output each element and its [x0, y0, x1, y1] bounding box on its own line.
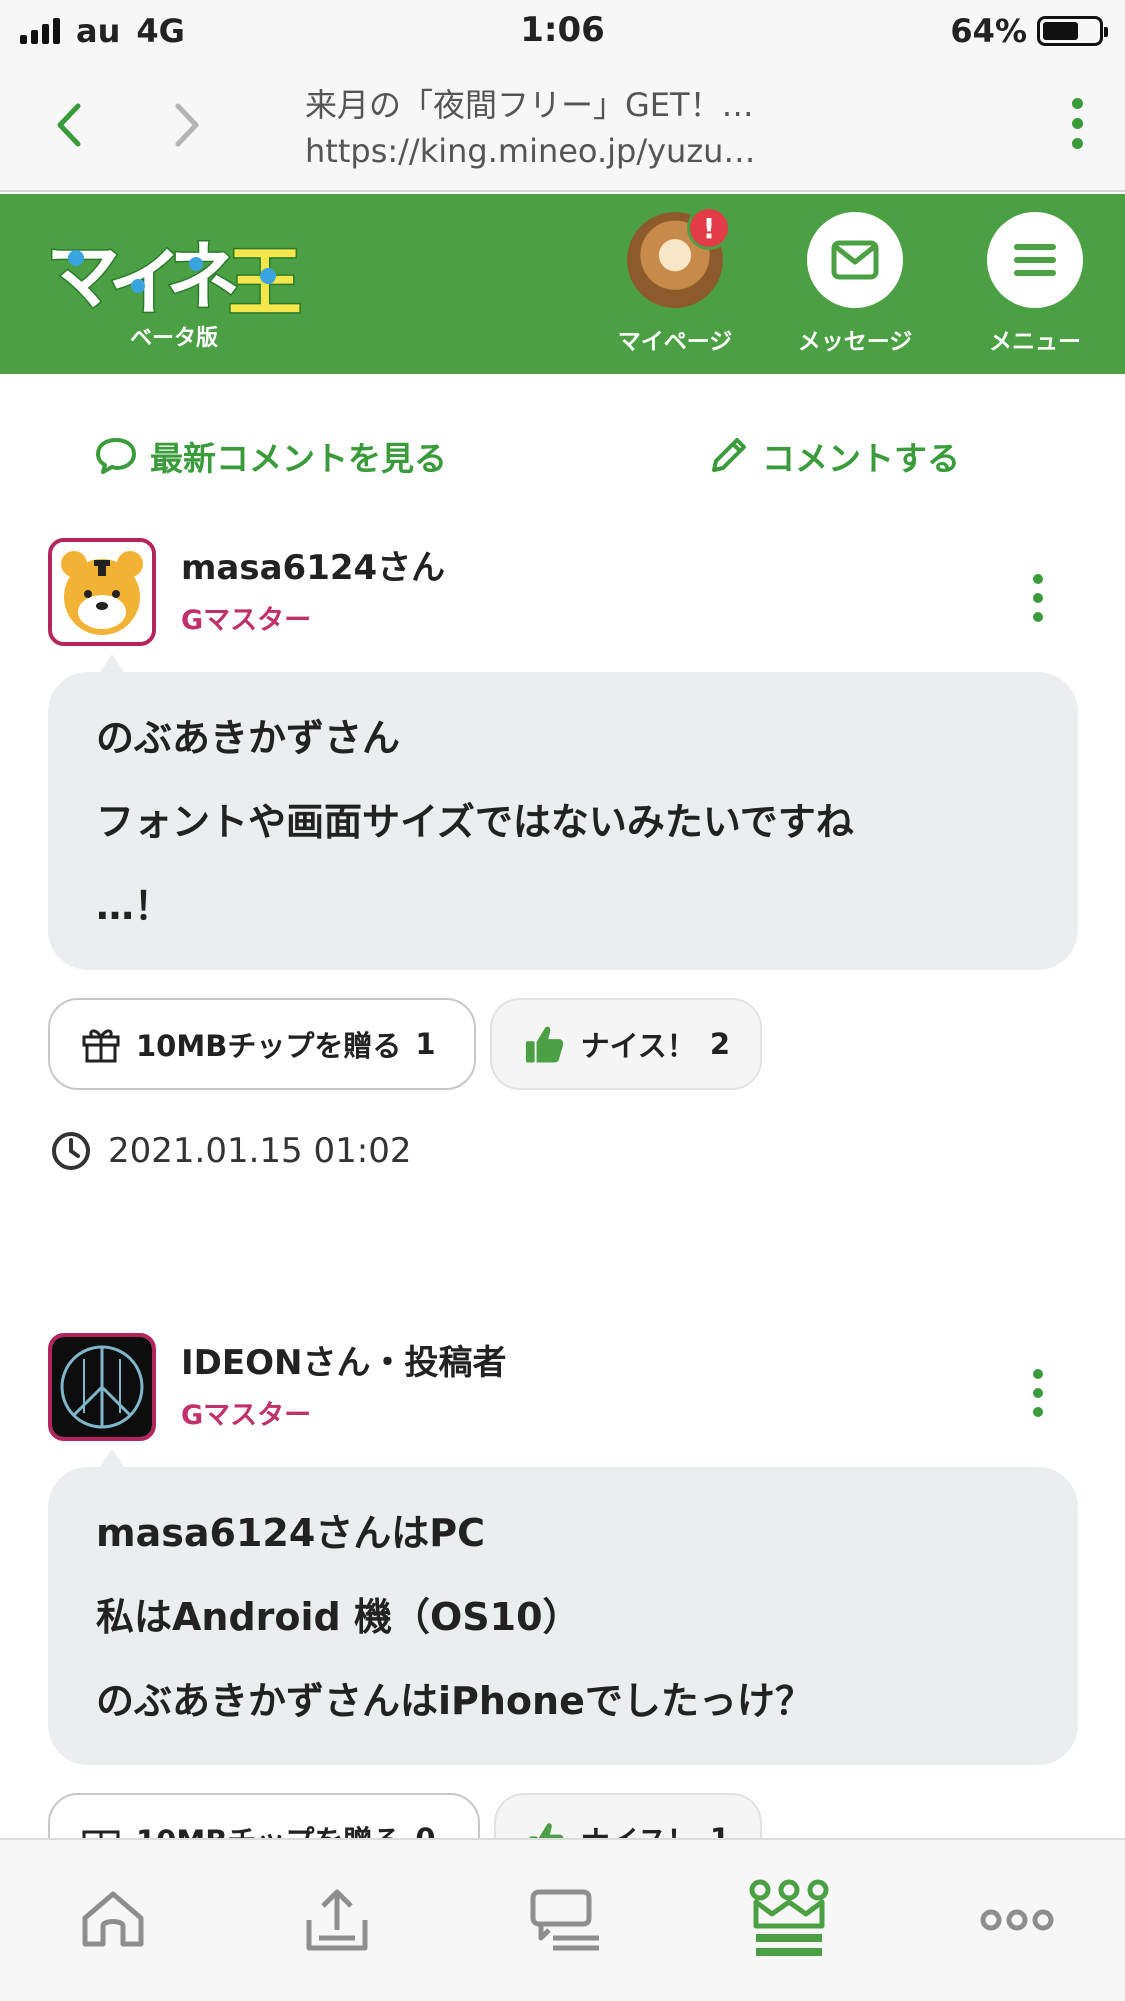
menu-label: メニュー — [989, 329, 1081, 355]
nice-label: ナイス！ — [580, 1029, 696, 1063]
comment-line: のぶあきかずさんはiPhoneでしたっけ？ — [96, 1679, 813, 1723]
comment-line: …！ — [96, 884, 173, 928]
thumbs-up-icon — [525, 1026, 564, 1063]
nice-count: 2 — [709, 1027, 730, 1061]
comment-actions: 最新コメントを見る コメントする — [0, 374, 1125, 524]
battery-icon — [1037, 16, 1108, 46]
crown-icon — [749, 1879, 829, 1956]
comment-menu-icon[interactable] — [1031, 574, 1045, 631]
mypage-button[interactable]: ! マイページ — [610, 206, 740, 356]
commenter-rank: Gマスター — [181, 1400, 312, 1431]
clock-icon — [52, 1132, 90, 1170]
commenter-name[interactable]: masa6124さん — [181, 540, 445, 589]
more-icon — [980, 1909, 1054, 1931]
comment-item: IDEONさん・投稿者 Gマスター masa6124さんはPC 私はAndroi… — [0, 1333, 1125, 1885]
alert-badge: ! — [687, 206, 731, 250]
mypage-label: マイページ — [617, 329, 733, 355]
bottom-tab-bar — [0, 1838, 1125, 2001]
tab-upload[interactable] — [292, 1880, 382, 1960]
pencil-icon — [712, 438, 746, 472]
speech-bubble-icon — [96, 438, 136, 474]
comment-timestamp: 2021.01.15 01:02 — [50, 1130, 411, 1172]
latest-comments-label: 最新コメントを見る — [150, 439, 447, 478]
chat-icon — [530, 1889, 599, 1951]
comment-line: 私はAndroid 機（OS10） — [96, 1595, 581, 1639]
battery-percent: 64% — [950, 12, 1027, 50]
tip-count: 1 — [415, 1027, 436, 1061]
tip-label: 10MBチップを贈る — [136, 1029, 402, 1063]
tab-king[interactable] — [744, 1879, 834, 1960]
logo-subtitle: ベータ版 — [130, 326, 219, 351]
comment-body: masa6124さんはPC 私はAndroid 機（OS10） のぶあきかずさん… — [48, 1467, 1078, 1765]
hamburger-icon — [1014, 244, 1056, 276]
comment-line: masa6124さんはPC — [96, 1511, 485, 1555]
comment-menu-icon[interactable] — [1031, 1369, 1045, 1426]
gift-icon — [82, 1029, 120, 1063]
latest-comments-link[interactable]: 最新コメントを見る — [94, 432, 447, 480]
tab-chat[interactable] — [520, 1880, 610, 1960]
write-comment-link[interactable]: コメントする — [706, 432, 960, 480]
ideon-avatar[interactable] — [48, 1333, 156, 1441]
upload-icon — [306, 1889, 368, 1951]
nice-button[interactable]: ナイス！ 2 — [490, 998, 762, 1090]
write-comment-label: コメントする — [762, 439, 960, 478]
comment-line: フォントや画面サイズではないみたいですね — [96, 800, 854, 844]
site-logo[interactable]: マ イ ネ 王 — [46, 224, 306, 334]
tiger-avatar[interactable] — [48, 538, 156, 646]
menu-button[interactable]: メニュー — [970, 212, 1100, 356]
page-title: 来月の「夜間フリー」GET！… — [305, 86, 754, 124]
forward-arrow-icon[interactable] — [160, 100, 210, 150]
status-bar: au 4G 1:06 64% — [0, 0, 1125, 62]
timestamp-text: 2021.01.15 01:02 — [108, 1131, 412, 1171]
site-header: マ イ ネ 王 ベータ版 ! マイページ メッセージ — [0, 194, 1125, 374]
tip-button[interactable]: 10MBチップを贈る 1 — [48, 998, 476, 1090]
back-arrow-icon[interactable] — [46, 100, 96, 150]
browser-toolbar: 来月の「夜間フリー」GET！… https://king.mineo.jp/yu… — [0, 62, 1125, 192]
browser-menu-icon[interactable] — [1067, 98, 1087, 158]
page-url: https://king.mineo.jp/yuzu… — [305, 132, 756, 170]
tab-home[interactable] — [68, 1880, 158, 1960]
comment-line: のぶあきかずさん — [96, 716, 401, 760]
address-bar[interactable]: 来月の「夜間フリー」GET！… https://king.mineo.jp/yu… — [305, 82, 825, 174]
message-button[interactable]: メッセージ — [790, 212, 920, 356]
message-label: メッセージ — [797, 329, 913, 355]
avatar-icon: ! — [627, 206, 731, 308]
home-icon — [82, 1891, 144, 1947]
comment-body: のぶあきかずさん フォントや画面サイズではないみたいですね …！ — [48, 672, 1078, 970]
comment-item: masa6124さん Gマスター のぶあきかずさん フォントや画面サイズではない… — [0, 538, 1125, 1178]
commenter-rank: Gマスター — [181, 605, 312, 636]
tab-more[interactable] — [972, 1880, 1062, 1960]
commenter-name[interactable]: IDEONさん・投稿者 — [181, 1335, 506, 1384]
mail-icon — [831, 240, 879, 280]
